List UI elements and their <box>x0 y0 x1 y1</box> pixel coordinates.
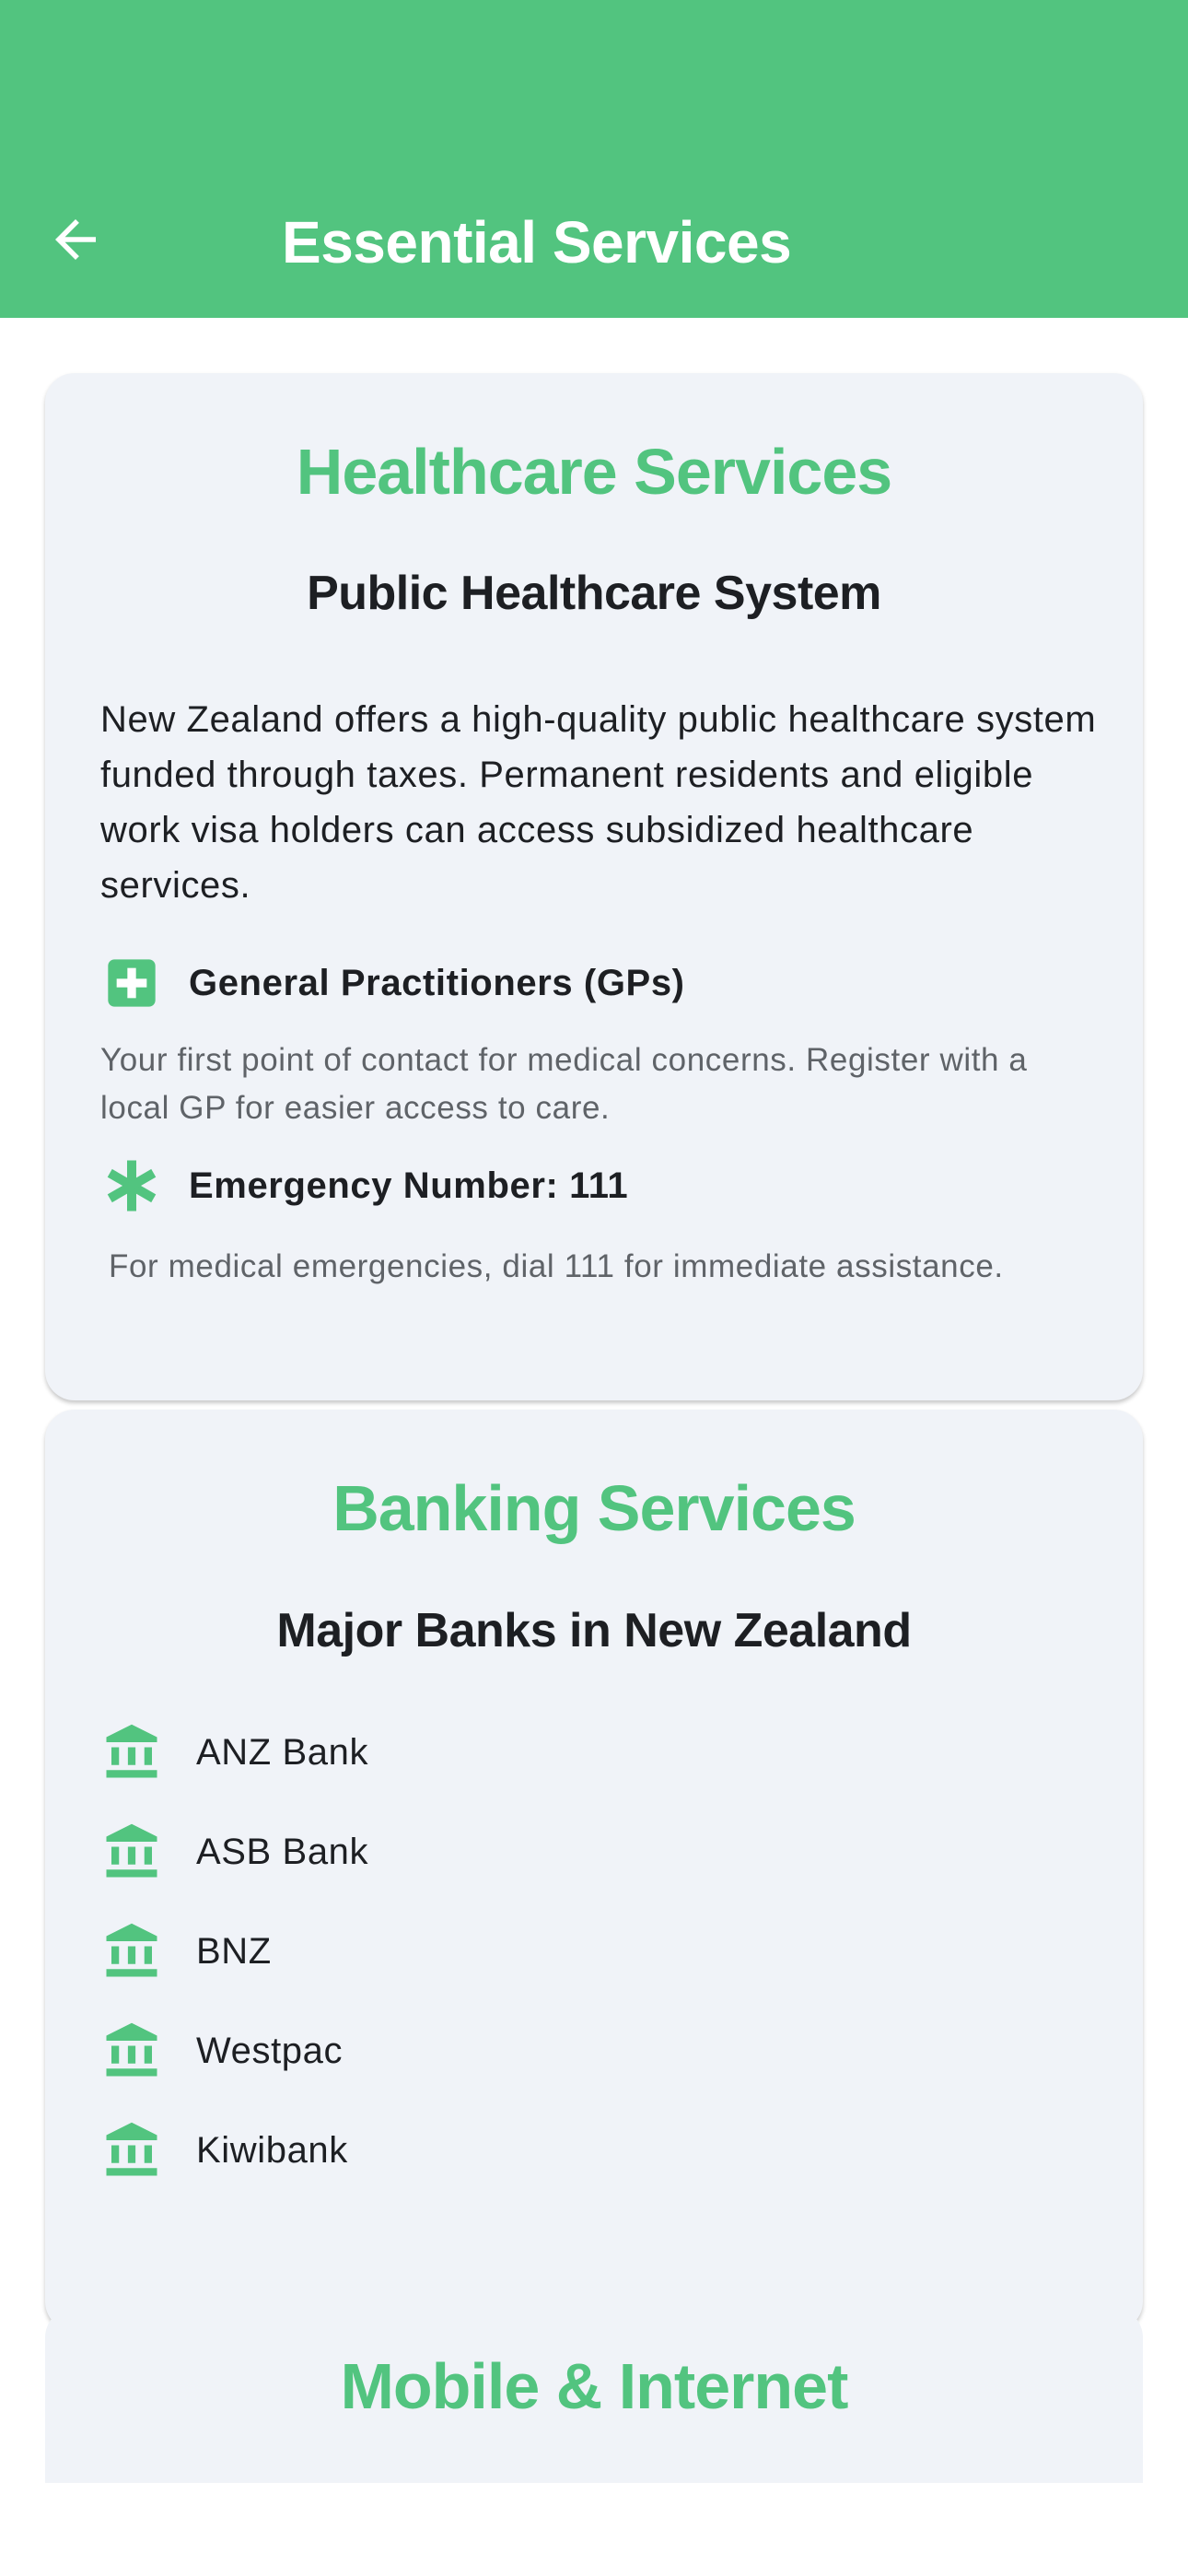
bank-name: Kiwibank <box>196 2129 348 2171</box>
banking-subtitle: Major Banks in New Zealand <box>276 1604 912 1657</box>
bank-name: ASB Bank <box>196 1831 369 1872</box>
emergency-title: Emergency Number: 111 <box>189 1165 629 1206</box>
mobile-title: Mobile & Internet <box>340 2350 849 2422</box>
list-item: ASB Bank <box>100 1817 1021 1887</box>
healthcare-subtitle: Public Healthcare System <box>307 567 881 620</box>
list-item: Westpac <box>100 2016 1021 2086</box>
gp-title: General Practitioners (GPs) <box>189 963 685 1003</box>
scroll-content[interactable]: Healthcare Services Public Healthcare Sy… <box>0 318 1188 2483</box>
bank-name: Westpac <box>196 2030 344 2071</box>
list-item: BNZ <box>100 1916 1021 1986</box>
bank-icon <box>100 2119 163 2182</box>
banking-title: Banking Services <box>332 1472 856 1544</box>
back-button[interactable] <box>42 206 109 273</box>
bank-name: BNZ <box>196 1930 272 1972</box>
banking-card: Banking Services Major Banks in New Zeal… <box>45 1410 1143 2331</box>
asterisk-icon <box>104 1158 159 1213</box>
bank-icon <box>100 1721 163 1784</box>
bank-icon <box>100 1920 163 1983</box>
page-title: Essential Services <box>282 209 792 275</box>
emergency-description: For medical emergencies, dial 111 for im… <box>109 1248 1004 1284</box>
bank-icon <box>100 2020 163 2082</box>
mobile-card: Mobile & Internet <box>45 2308 1143 2483</box>
healthcare-card: Healthcare Services Public Healthcare Sy… <box>45 373 1143 1400</box>
healthcare-intro: New Zealand offers a high-quality public… <box>100 699 1097 906</box>
arrow-left-icon <box>55 219 96 260</box>
list-item: ANZ Bank <box>100 1717 1021 1787</box>
bank-icon <box>100 1821 163 1883</box>
medical-cross-icon <box>104 955 159 1011</box>
healthcare-title: Healthcare Services <box>296 436 892 508</box>
gp-description: Your first point of contact for medical … <box>100 1042 1028 1126</box>
bank-name: ANZ Bank <box>196 1731 369 1773</box>
list-item: Kiwibank <box>100 2115 1021 2185</box>
app-bar: Essential Services <box>0 0 1188 318</box>
